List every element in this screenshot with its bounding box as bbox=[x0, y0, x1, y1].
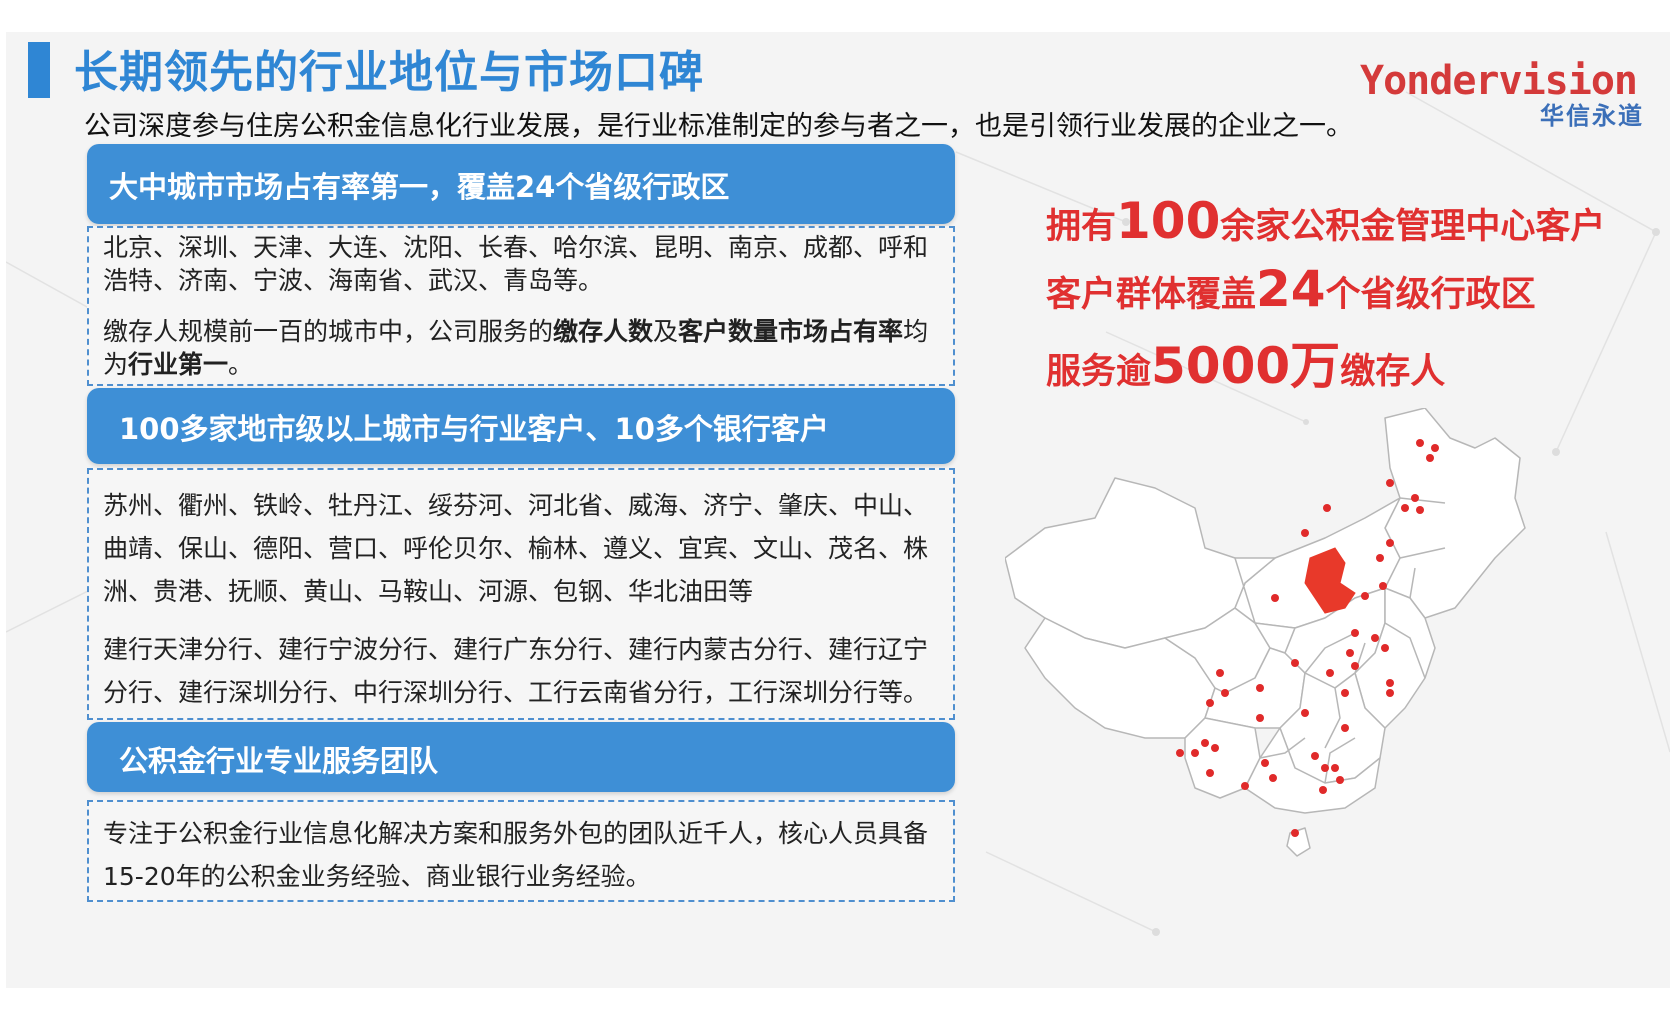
section-heading-team: 公积金行业专业服务团队 bbox=[87, 722, 955, 792]
section-content-team: 专注于公积金行业信息化解决方案和服务外包的团队近千人，核心人员具备15-20年的… bbox=[87, 800, 955, 902]
section-heading-label: 大中城市市场占有率第一，覆盖24个省级行政区 bbox=[109, 170, 730, 204]
section-heading-label: 100多家地市级以上城市与行业客户、10多个银行客户 bbox=[119, 412, 829, 446]
stat-provinces: 客户群体覆盖24个省级行政区 bbox=[1046, 260, 1536, 318]
stat-depositors: 服务逾5000万缴存人 bbox=[1046, 337, 1446, 395]
stat-centers: 拥有100余家公积金管理中心客户 bbox=[1046, 192, 1606, 250]
title-accent-bar bbox=[28, 42, 50, 98]
china-map bbox=[1005, 408, 1526, 857]
section-heading-label: 公积金行业专业服务团队 bbox=[119, 744, 439, 778]
map-region-xinjiang bbox=[1005, 477, 1246, 649]
section-content-clients: 苏州、衢州、铁岭、牡丹江、绥芬河、河北省、威海、济宁、肇庆、中山、曲靖、保山、德… bbox=[87, 468, 955, 720]
section-heading-market-share: 大中城市市场占有率第一，覆盖24个省级行政区 bbox=[87, 144, 955, 224]
client-city-list: 苏州、衢州、铁岭、牡丹江、绥芬河、河北省、威海、济宁、肇庆、中山、曲靖、保山、德… bbox=[103, 491, 929, 606]
section-content-market-share: 北京、深圳、天津、大连、沈阳、长春、哈尔滨、昆明、南京、成都、呼和浩特、济南、宁… bbox=[87, 226, 955, 386]
page-title: 长期领先的行业地位与市场口碑 bbox=[74, 47, 704, 98]
section-heading-clients: 100多家地市级以上城市与行业客户、10多个银行客户 bbox=[87, 388, 955, 464]
map-region-northeast bbox=[1384, 408, 1526, 619]
team-description: 专注于公积金行业信息化解决方案和服务外包的团队近千人，核心人员具备15-20年的… bbox=[103, 819, 929, 891]
city-list: 北京、深圳、天津、大连、沈阳、长春、哈尔滨、昆明、南京、成都、呼和浩特、济南、宁… bbox=[103, 233, 929, 295]
market-share-note: 缴存人规模前一百的城市中，公司服务的缴存人数及客户数量市场占有率均为行业第一。 bbox=[103, 317, 929, 379]
bank-client-list: 建行天津分行、建行宁波分行、建行广东分行、建行内蒙古分行、建行辽宁分行、建行深圳… bbox=[103, 635, 929, 707]
logo-chinese-name: 华信永道 bbox=[1540, 102, 1644, 130]
page-subtitle: 公司深度参与住房公积金信息化行业发展，是行业标准制定的参与者之一，也是引领行业发… bbox=[84, 111, 1353, 142]
